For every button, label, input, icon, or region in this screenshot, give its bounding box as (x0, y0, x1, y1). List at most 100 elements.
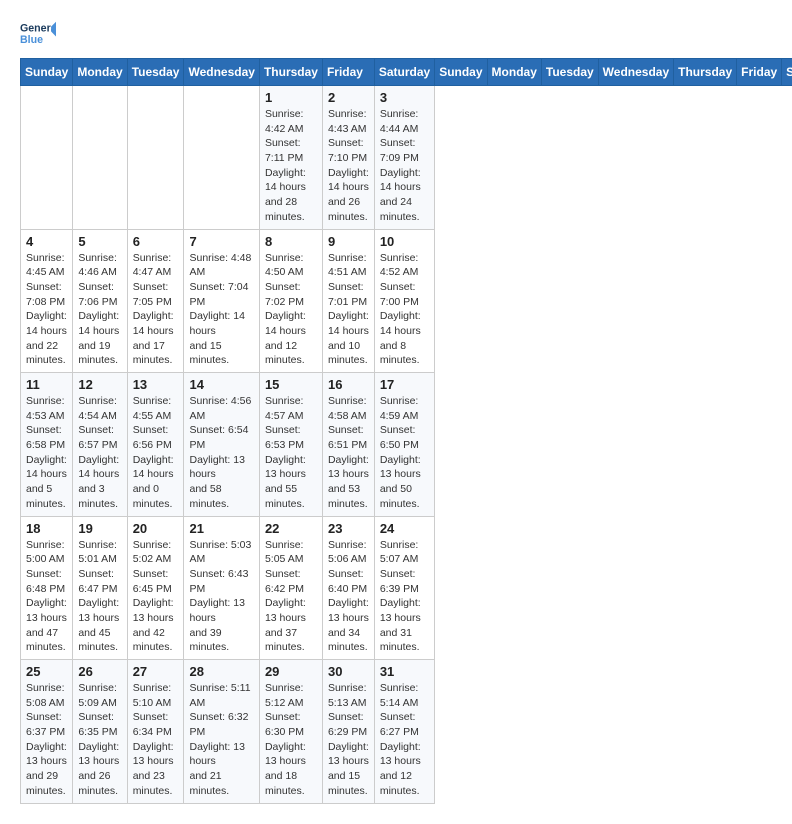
calendar-cell (127, 86, 184, 230)
day-info: Sunrise: 5:14 AM Sunset: 6:27 PM Dayligh… (380, 681, 429, 799)
calendar-cell: 23 Sunrise: 5:06 AM Sunset: 6:40 PM Dayli… (322, 516, 374, 660)
weekday-header: Sunday (21, 59, 73, 86)
day-number: 16 (328, 377, 369, 392)
day-number: 11 (26, 377, 67, 392)
weekday-header: Saturday (374, 59, 434, 86)
calendar-header-row: SundayMondayTuesdayWednesdayThursdayFrid… (21, 59, 792, 86)
day-number: 22 (265, 521, 317, 536)
day-number: 10 (380, 234, 429, 249)
calendar-cell: 19 Sunrise: 5:01 AM Sunset: 6:47 PM Dayli… (73, 516, 127, 660)
calendar-cell: 5 Sunrise: 4:46 AM Sunset: 7:06 PM Daylig… (73, 229, 127, 373)
day-info: Sunrise: 5:09 AM Sunset: 6:35 PM Dayligh… (78, 681, 121, 799)
day-number: 23 (328, 521, 369, 536)
day-info: Sunrise: 4:55 AM Sunset: 6:56 PM Dayligh… (133, 394, 179, 512)
weekday-header: Monday (73, 59, 127, 86)
day-number: 14 (189, 377, 253, 392)
weekday-header: Wednesday (184, 59, 259, 86)
day-info: Sunrise: 4:48 AM Sunset: 7:04 PM Dayligh… (189, 251, 253, 369)
day-info: Sunrise: 4:59 AM Sunset: 6:50 PM Dayligh… (380, 394, 429, 512)
day-info: Sunrise: 4:51 AM Sunset: 7:01 PM Dayligh… (328, 251, 369, 369)
day-info: Sunrise: 4:58 AM Sunset: 6:51 PM Dayligh… (328, 394, 369, 512)
day-number: 1 (265, 90, 317, 105)
day-info: Sunrise: 5:13 AM Sunset: 6:29 PM Dayligh… (328, 681, 369, 799)
day-number: 20 (133, 521, 179, 536)
day-info: Sunrise: 4:45 AM Sunset: 7:08 PM Dayligh… (26, 251, 67, 369)
day-number: 26 (78, 664, 121, 679)
day-number: 31 (380, 664, 429, 679)
day-number: 15 (265, 377, 317, 392)
day-info: Sunrise: 4:44 AM Sunset: 7:09 PM Dayligh… (380, 107, 429, 225)
weekday-header: Friday (737, 59, 782, 86)
calendar-cell: 29 Sunrise: 5:12 AM Sunset: 6:30 PM Dayli… (259, 660, 322, 804)
calendar-cell: 30 Sunrise: 5:13 AM Sunset: 6:29 PM Dayli… (322, 660, 374, 804)
day-number: 17 (380, 377, 429, 392)
calendar-cell: 10 Sunrise: 4:52 AM Sunset: 7:00 PM Dayli… (374, 229, 434, 373)
calendar-week-row: 4 Sunrise: 4:45 AM Sunset: 7:08 PM Daylig… (21, 229, 792, 373)
weekday-header: Monday (487, 59, 541, 86)
calendar-cell: 31 Sunrise: 5:14 AM Sunset: 6:27 PM Dayli… (374, 660, 434, 804)
calendar-cell: 18Sunrise: 5:00 AM Sunset: 6:48 PM Dayli… (21, 516, 73, 660)
day-info: Sunrise: 5:02 AM Sunset: 6:45 PM Dayligh… (133, 538, 179, 656)
calendar-cell: 24 Sunrise: 5:07 AM Sunset: 6:39 PM Dayli… (374, 516, 434, 660)
day-number: 29 (265, 664, 317, 679)
day-number: 24 (380, 521, 429, 536)
day-info: Sunrise: 5:01 AM Sunset: 6:47 PM Dayligh… (78, 538, 121, 656)
logo: General Blue (20, 20, 56, 48)
day-info: Sunrise: 4:46 AM Sunset: 7:06 PM Dayligh… (78, 251, 121, 369)
day-number: 21 (189, 521, 253, 536)
weekday-header: Thursday (259, 59, 322, 86)
day-info: Sunrise: 5:03 AM Sunset: 6:43 PM Dayligh… (189, 538, 253, 656)
calendar-cell (184, 86, 259, 230)
calendar-cell: 12Sunrise: 4:54 AM Sunset: 6:57 PM Dayli… (73, 373, 127, 517)
day-number: 28 (189, 664, 253, 679)
calendar-cell: 27Sunrise: 5:10 AM Sunset: 6:34 PM Dayli… (127, 660, 184, 804)
calendar-cell: 16 Sunrise: 4:58 AM Sunset: 6:51 PM Dayli… (322, 373, 374, 517)
day-number: 13 (133, 377, 179, 392)
day-info: Sunrise: 4:54 AM Sunset: 6:57 PM Dayligh… (78, 394, 121, 512)
weekday-header: Wednesday (598, 59, 673, 86)
calendar-cell: 3Sunrise: 4:44 AM Sunset: 7:09 PM Daylig… (374, 86, 434, 230)
calendar-cell (73, 86, 127, 230)
page-header: General Blue (20, 20, 772, 48)
day-info: Sunrise: 5:06 AM Sunset: 6:40 PM Dayligh… (328, 538, 369, 656)
calendar-cell: 21 Sunrise: 5:03 AM Sunset: 6:43 PM Dayli… (184, 516, 259, 660)
calendar-cell: 6Sunrise: 4:47 AM Sunset: 7:05 PM Daylig… (127, 229, 184, 373)
weekday-header: Sunday (435, 59, 487, 86)
day-number: 27 (133, 664, 179, 679)
calendar-cell: 17 Sunrise: 4:59 AM Sunset: 6:50 PM Dayli… (374, 373, 434, 517)
calendar-cell: 25 Sunrise: 5:08 AM Sunset: 6:37 PM Dayli… (21, 660, 73, 804)
day-info: Sunrise: 5:12 AM Sunset: 6:30 PM Dayligh… (265, 681, 317, 799)
day-info: Sunrise: 5:08 AM Sunset: 6:37 PM Dayligh… (26, 681, 67, 799)
day-info: Sunrise: 4:53 AM Sunset: 6:58 PM Dayligh… (26, 394, 67, 512)
day-number: 30 (328, 664, 369, 679)
calendar-cell: 11 Sunrise: 4:53 AM Sunset: 6:58 PM Dayli… (21, 373, 73, 517)
svg-text:Blue: Blue (20, 34, 43, 46)
weekday-header: Friday (322, 59, 374, 86)
calendar-cell: 15Sunrise: 4:57 AM Sunset: 6:53 PM Dayli… (259, 373, 322, 517)
calendar-cell (21, 86, 73, 230)
day-number: 5 (78, 234, 121, 249)
calendar-table: SundayMondayTuesdayWednesdayThursdayFrid… (20, 58, 792, 804)
day-info: Sunrise: 5:07 AM Sunset: 6:39 PM Dayligh… (380, 538, 429, 656)
svg-text:General: General (20, 23, 56, 35)
day-number: 25 (26, 664, 67, 679)
day-info: Sunrise: 4:52 AM Sunset: 7:00 PM Dayligh… (380, 251, 429, 369)
weekday-header: Saturday (782, 59, 792, 86)
calendar-week-row: 11 Sunrise: 4:53 AM Sunset: 6:58 PM Dayli… (21, 373, 792, 517)
day-info: Sunrise: 4:50 AM Sunset: 7:02 PM Dayligh… (265, 251, 317, 369)
day-info: Sunrise: 4:43 AM Sunset: 7:10 PM Dayligh… (328, 107, 369, 225)
weekday-header: Tuesday (541, 59, 598, 86)
day-info: Sunrise: 4:42 AM Sunset: 7:11 PM Dayligh… (265, 107, 317, 225)
day-number: 18 (26, 521, 67, 536)
calendar-cell: 22Sunrise: 5:05 AM Sunset: 6:42 PM Dayli… (259, 516, 322, 660)
day-number: 9 (328, 234, 369, 249)
day-info: Sunrise: 5:11 AM Sunset: 6:32 PM Dayligh… (189, 681, 253, 799)
calendar-cell: 2Sunrise: 4:43 AM Sunset: 7:10 PM Daylig… (322, 86, 374, 230)
calendar-cell: 8Sunrise: 4:50 AM Sunset: 7:02 PM Daylig… (259, 229, 322, 373)
weekday-header: Thursday (674, 59, 737, 86)
calendar-cell: 4 Sunrise: 4:45 AM Sunset: 7:08 PM Daylig… (21, 229, 73, 373)
day-number: 19 (78, 521, 121, 536)
calendar-cell: 26 Sunrise: 5:09 AM Sunset: 6:35 PM Dayli… (73, 660, 127, 804)
day-number: 4 (26, 234, 67, 249)
weekday-header: Tuesday (127, 59, 184, 86)
